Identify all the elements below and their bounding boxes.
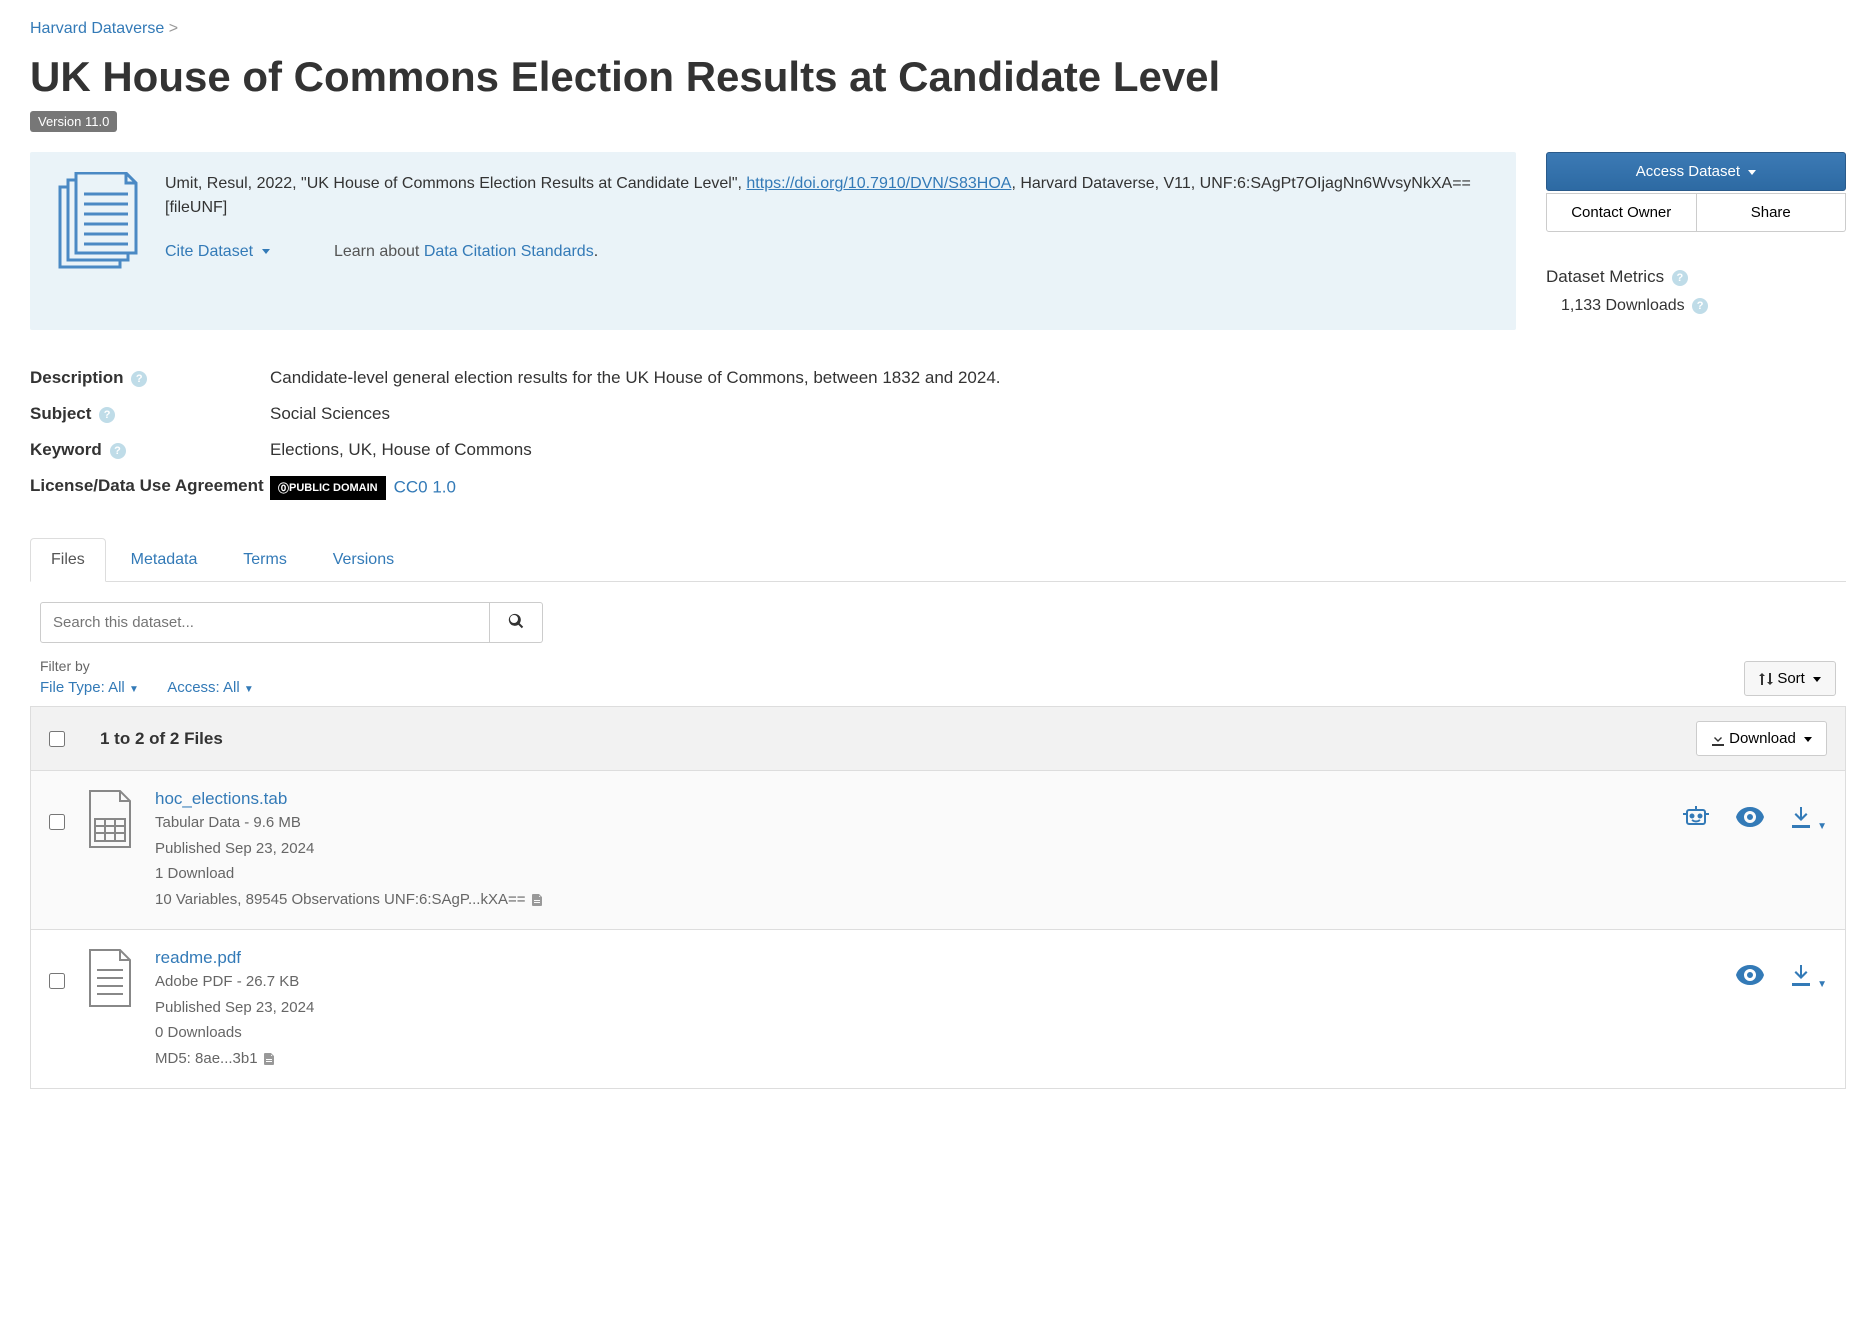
file-name-link[interactable]: hoc_elections.tab: [155, 789, 287, 808]
file-type-filter[interactable]: File Type: All ▼: [40, 679, 139, 696]
share-button[interactable]: Share: [1697, 193, 1847, 232]
description-value: Candidate-level general election results…: [270, 368, 1846, 388]
file-row: readme.pdf Adobe PDF - 26.7 KB Published…: [30, 930, 1846, 1089]
sort-icon: [1759, 672, 1773, 686]
download-file-icon[interactable]: ▼: [1789, 805, 1827, 832]
sort-button[interactable]: Sort: [1744, 661, 1836, 696]
cc0-badge-icon: ⓪ PUBLIC DOMAIN: [270, 476, 386, 500]
caret-down-icon: ▼: [1817, 821, 1827, 832]
keyword-label: Keyword ?: [30, 440, 270, 460]
tab-versions[interactable]: Versions: [312, 538, 415, 582]
description-label: Description ?: [30, 368, 270, 388]
help-icon[interactable]: ?: [1672, 270, 1688, 286]
search-icon: [508, 613, 524, 629]
preview-icon[interactable]: [1736, 965, 1764, 988]
caret-down-icon: [1748, 170, 1756, 175]
search-input[interactable]: [40, 602, 490, 643]
data-citation-standards-link[interactable]: Data Citation Standards: [424, 243, 594, 260]
caret-down-icon: ▼: [1817, 979, 1827, 990]
file-name-link[interactable]: readme.pdf: [155, 948, 241, 967]
breadcrumb-root-link[interactable]: Harvard Dataverse: [30, 20, 164, 37]
tab-metadata[interactable]: Metadata: [110, 538, 219, 582]
files-header: 1 to 2 of 2 Files Download: [30, 706, 1846, 771]
cc0-link[interactable]: CC0 1.0: [394, 477, 456, 496]
download-button[interactable]: Download: [1696, 721, 1827, 756]
files-count-label: 1 to 2 of 2 Files: [100, 729, 223, 749]
dataset-icon: [50, 172, 140, 310]
explore-icon[interactable]: [1681, 804, 1711, 833]
file-type-size: Adobe PDF - 26.7 KB: [155, 971, 1716, 994]
downloads-count: 1,133 Downloads ?: [1546, 297, 1846, 315]
file-details: MD5: 8ae...3b1: [155, 1048, 1716, 1071]
learn-about-text: Learn about: [334, 243, 424, 260]
help-icon[interactable]: ?: [1692, 298, 1708, 314]
metrics-title: Dataset Metrics ?: [1546, 267, 1846, 287]
tab-files[interactable]: Files: [30, 538, 106, 582]
metadata-table: Description ? Candidate-level general el…: [30, 360, 1846, 508]
file-type-icon: [85, 789, 135, 852]
preview-icon[interactable]: [1736, 807, 1764, 830]
caret-down-icon: [1813, 677, 1821, 682]
contact-owner-button[interactable]: Contact Owner: [1546, 193, 1697, 232]
file-checkbox[interactable]: [49, 814, 65, 830]
help-icon[interactable]: ?: [110, 443, 126, 459]
file-checkbox[interactable]: [49, 973, 65, 989]
license-label: License/Data Use Agreement: [30, 476, 270, 500]
caret-down-icon: ▼: [244, 684, 254, 695]
file-row: hoc_elections.tab Tabular Data - 9.6 MB …: [30, 771, 1846, 930]
sidebar: Access Dataset Contact Owner Share Datas…: [1546, 152, 1846, 330]
file-type-size: Tabular Data - 9.6 MB: [155, 812, 1661, 835]
keyword-value: Elections, UK, House of Commons: [270, 440, 1846, 460]
access-filter[interactable]: Access: All ▼: [167, 679, 254, 696]
search-button[interactable]: [490, 602, 543, 643]
access-dataset-button[interactable]: Access Dataset: [1546, 152, 1846, 191]
help-icon[interactable]: ?: [131, 371, 147, 387]
file-type-icon: [85, 948, 135, 1011]
filter-by-label: Filter by: [40, 658, 279, 674]
breadcrumb: Harvard Dataverse >: [30, 20, 1846, 38]
help-icon[interactable]: ?: [99, 407, 115, 423]
file-published: Published Sep 23, 2024: [155, 838, 1661, 861]
caret-down-icon: [1804, 737, 1812, 742]
download-icon: [1711, 732, 1725, 746]
file-details: 10 Variables, 89545 Observations UNF:6:S…: [155, 889, 1661, 912]
file-downloads: 0 Downloads: [155, 1022, 1716, 1045]
page-title: UK House of Commons Election Results at …: [30, 53, 1846, 101]
tab-terms[interactable]: Terms: [222, 538, 308, 582]
caret-down-icon: ▼: [129, 684, 139, 695]
citation-text-before: Umit, Resul, 2022, "UK House of Commons …: [165, 175, 746, 192]
download-file-icon[interactable]: ▼: [1789, 963, 1827, 990]
subject-label: Subject ?: [30, 404, 270, 424]
file-published: Published Sep 23, 2024: [155, 997, 1716, 1020]
subject-value: Social Sciences: [270, 404, 1846, 424]
version-badge: Version 11.0: [30, 111, 117, 132]
cite-dataset-link[interactable]: Cite Dataset: [165, 243, 270, 260]
select-all-checkbox[interactable]: [49, 731, 65, 747]
citation-doi-link[interactable]: https://doi.org/10.7910/DVN/S83HOA: [746, 175, 1011, 192]
file-downloads: 1 Download: [155, 863, 1661, 886]
citation-box: Umit, Resul, 2022, "UK House of Commons …: [30, 152, 1516, 330]
license-value: ⓪ PUBLIC DOMAIN CC0 1.0: [270, 476, 1846, 500]
tabs: Files Metadata Terms Versions: [30, 538, 1846, 582]
caret-down-icon: [262, 249, 270, 254]
breadcrumb-sep: >: [169, 20, 178, 37]
